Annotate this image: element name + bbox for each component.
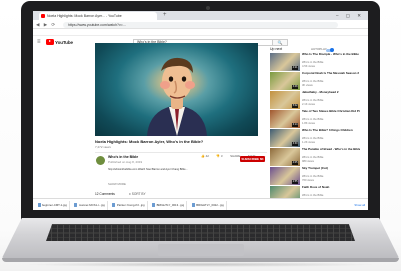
photo-scene: Noela Highlights: Mock Barron Ayer... - … xyxy=(0,0,401,271)
video-thumbnail[interactable]: 4:05 xyxy=(270,148,300,166)
nav-arrows-icon[interactable]: ◀ ▶ ⟳ xyxy=(36,20,57,29)
youtube-favicon-icon xyxy=(41,14,45,18)
suggested-video-title: Sky Trumpet (Cut) xyxy=(302,167,328,170)
suggested-video[interactable]: 3:48 Corporal Noah Is The Messiah Season … xyxy=(270,72,362,92)
show-all-downloads-link[interactable]: Show all xyxy=(354,202,365,208)
video-thumbnail[interactable]: 2:55 xyxy=(270,167,300,185)
download-item[interactable]: manner-MCS1-t...jpg xyxy=(73,200,108,210)
keyboard-keys xyxy=(46,224,355,241)
video-duration: 4:05 xyxy=(292,161,299,165)
suggested-video[interactable]: 6:14 Tale of Two Slaves Bible Christian K… xyxy=(270,110,362,130)
download-item[interactable]: BRIGHTLY_0022...jpg xyxy=(190,200,227,210)
channel-avatar[interactable] xyxy=(96,156,105,165)
up-next-heading: Up next xyxy=(270,47,283,51)
download-item[interactable]: BRIGHTLY_0013...jpg xyxy=(151,200,188,210)
divider xyxy=(95,152,267,153)
suggested-video-views: 4.5K views xyxy=(302,64,315,68)
suggested-video-views: 760 views xyxy=(302,178,314,182)
video-duration: 4:21 xyxy=(292,66,299,70)
suggested-video-title: Who Is The Bible? 3 Kings Children xyxy=(302,129,353,132)
video-thumbnail[interactable]: 5:02 xyxy=(270,91,300,109)
video-player[interactable] xyxy=(95,43,258,136)
laptop-shadow xyxy=(20,262,381,267)
video-thumbnail[interactable]: 4:21 xyxy=(270,53,300,71)
search-button[interactable]: 🔍 xyxy=(273,38,288,46)
video-thumbnail[interactable]: 6:14 xyxy=(270,110,300,128)
laptop-screen: Noela Highlights: Mock Barron Ayer... - … xyxy=(33,11,368,210)
suggested-video-title: Jabathaby - Moneyhead 2 xyxy=(302,91,339,94)
dislike-button[interactable]: 👎 3 xyxy=(216,154,222,159)
suggested-video[interactable]: 4:05 The Parable of Bread - Who's in the … xyxy=(270,148,362,168)
download-item[interactable]: Painter-Young-thf...jpg xyxy=(111,200,148,210)
address-bar-row: ◀ ▶ ⟳ https://www.youtube.com/watch?v=..… xyxy=(33,20,368,29)
suggested-video-title: Who Is The Disciple - Who's in the Bible xyxy=(302,53,359,56)
autoplay-toggle[interactable] xyxy=(326,47,334,53)
sort-by-button[interactable]: ≡ SORT BY xyxy=(129,192,146,197)
suggested-video-title: Faith Dove of Noah xyxy=(302,186,330,189)
puppet-character-image xyxy=(147,57,207,136)
suggested-video-views: 980 views xyxy=(302,159,314,163)
video-duration: 6:14 xyxy=(292,123,299,127)
subscribe-button[interactable]: SUBSCRIBE 6K xyxy=(240,156,265,162)
touchpad xyxy=(158,244,244,256)
menu-icon[interactable]: ≡ xyxy=(37,39,41,46)
url-input[interactable]: https://www.youtube.com/watch?v=... xyxy=(63,21,338,28)
suggested-video-views: 3K views xyxy=(302,83,313,87)
share-button[interactable]: SHARE xyxy=(230,154,240,159)
show-more-link[interactable]: SHOW MORE xyxy=(108,182,126,186)
video-duration: 3:30 xyxy=(292,142,299,146)
video-thumbnail[interactable]: 3:48 xyxy=(270,72,300,90)
bookmarks-bar: AppsGmailDriveMapsNewsTranslatePhotosCal… xyxy=(33,29,368,36)
download-item[interactable]: beginner-CMT-1-jpg xyxy=(36,200,70,210)
suggested-video-views: 2.1K views xyxy=(302,102,315,106)
window-controls[interactable]: – ▢ ✕ xyxy=(336,11,364,20)
youtube-logo-text[interactable]: YouTube xyxy=(55,39,73,46)
suggested-video-views: 1.8K views xyxy=(302,121,315,125)
suggested-video-views: 1.2K views xyxy=(302,140,315,144)
suggested-video[interactable]: 3:30 Who Is The Bible? 3 Kings Children Wh… xyxy=(270,129,362,149)
youtube-logo-icon[interactable] xyxy=(46,39,54,45)
video-description: http://whosinthebible.com Watch Noel Bar… xyxy=(108,168,188,171)
view-count: 7,272 views xyxy=(95,145,111,149)
webcam-icon xyxy=(206,6,210,10)
video-actions: 👍 42 👎 3 SHARE SAVE … xyxy=(201,144,266,158)
tab-title: Noela Highlights: Mock Barron Ayer... - … xyxy=(47,14,122,18)
browser-tab[interactable]: Noela Highlights: Mock Barron Ayer... - … xyxy=(39,12,157,20)
new-tab-button[interactable]: + xyxy=(163,11,167,20)
video-duration: 5:02 xyxy=(292,104,299,108)
video-duration: 3:48 xyxy=(292,85,299,89)
autoplay-label: AUTOPLAY xyxy=(311,47,327,51)
suggested-video-title: Corporal Noah Is The Messiah Season 2 xyxy=(302,72,360,75)
suggested-video[interactable]: 4:21 Who Is The Disciple - Who's in the B… xyxy=(270,53,362,73)
laptop-lid: Noela Highlights: Mock Barron Ayer... - … xyxy=(21,1,380,223)
suggested-video-title: Tale of Two Slaves Bible Christian Kid P… xyxy=(302,110,360,113)
browser-tab-strip: Noela Highlights: Mock Barron Ayer... - … xyxy=(33,11,368,20)
like-button[interactable]: 👍 42 xyxy=(201,154,209,159)
publish-date: Published on Aug 8, 2019 xyxy=(108,160,143,164)
suggested-video[interactable]: 5:02 Jabathaby - Moneyhead 2 Who's in the … xyxy=(270,91,362,111)
downloads-bar: beginner-CMT-1-jpg manner-MCS1-t...jpg Pai… xyxy=(33,198,368,210)
suggested-video-title: The Parable of Bread - Who's in the Bibl… xyxy=(302,148,360,151)
comment-count: 12 Comments xyxy=(95,192,115,196)
video-duration: 2:55 xyxy=(292,180,299,184)
suggested-video[interactable]: 2:55 Sky Trumpet (Cut) Who's in the Bible 7… xyxy=(270,167,362,187)
video-thumbnail[interactable]: 3:30 xyxy=(270,129,300,147)
